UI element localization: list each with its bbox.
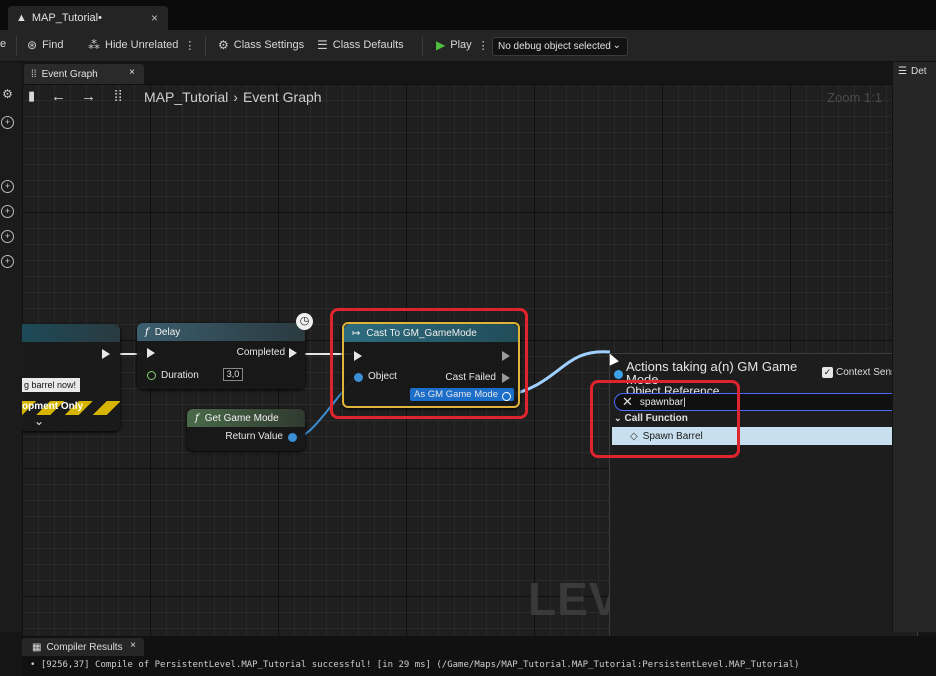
- add-icon[interactable]: +: [1, 255, 14, 268]
- debug-object-value: No debug object selected: [498, 41, 611, 52]
- find-button[interactable]: ⊛ Find: [27, 38, 63, 52]
- debug-object-select[interactable]: No debug object selected ⌄: [492, 37, 628, 56]
- tab-compiler-results-label: Compiler Results: [46, 641, 123, 653]
- hide-unrelated-icon: ⁂: [88, 38, 100, 52]
- highlight-box-search: [590, 380, 740, 458]
- get-game-mode-node[interactable]: f Get Game Mode Return Value: [187, 409, 305, 451]
- return-value-label: Return Value: [225, 431, 283, 442]
- duration-input[interactable]: 3,0: [223, 368, 243, 381]
- play-label: Play: [450, 39, 472, 51]
- details-panel-strip: [892, 62, 936, 632]
- blueprint-icon: ▲: [16, 12, 27, 24]
- tab-details-label: Det: [910, 66, 927, 77]
- play-options-icon[interactable]: ⋮: [478, 39, 489, 52]
- completed-label: Completed: [236, 347, 285, 358]
- tab-compiler-results[interactable]: ▦ Compiler Results ×: [22, 638, 144, 656]
- settings-gear-icon[interactable]: ⚙: [1, 88, 14, 102]
- document-tab-label: MAP_Tutorial•: [31, 12, 102, 24]
- hide-unrelated-label: Hide Unrelated: [105, 39, 179, 51]
- document-tab[interactable]: ▲ MAP_Tutorial• ×: [8, 6, 168, 30]
- toolbar-divider: [422, 36, 423, 56]
- graph-icon: ⁞⁞: [31, 68, 37, 80]
- duration-pin[interactable]: [147, 371, 156, 380]
- add-icon[interactable]: +: [1, 205, 14, 218]
- delay-title: Delay: [154, 326, 181, 338]
- highlight-box-cast-node: [330, 308, 528, 419]
- tab-event-graph-label: Event Graph: [41, 68, 98, 80]
- exec-out-pin[interactable]: [289, 348, 297, 358]
- class-settings-button[interactable]: ⚙ Class Settings: [218, 38, 304, 52]
- node-header: f Delay: [137, 323, 305, 341]
- close-icon[interactable]: ×: [129, 67, 135, 78]
- node-header: [22, 324, 120, 342]
- add-icon[interactable]: +: [1, 180, 14, 193]
- sliders-icon: ☰: [317, 38, 328, 52]
- exec-out-pin[interactable]: [102, 349, 110, 359]
- toolbar-divider: [205, 36, 206, 56]
- class-defaults-button[interactable]: ☰ Class Defaults: [317, 38, 404, 52]
- tab-details[interactable]: ☰ Det: [898, 66, 927, 77]
- hide-unrelated-button[interactable]: ⁂ Hide Unrelated ⋮: [88, 38, 195, 52]
- play-button[interactable]: ▶ Play ⋮: [436, 38, 489, 52]
- compiler-log-line: • [9256,37] Compile of PersistentLevel.M…: [30, 660, 800, 670]
- toolbar: e ⊛ Find ⁂ Hide Unrelated ⋮ ⚙ Class Sett…: [0, 30, 936, 62]
- add-icon[interactable]: +: [1, 116, 14, 129]
- expand-chevron-icon[interactable]: ⌄: [34, 414, 44, 428]
- gear-icon: ⚙: [218, 38, 229, 52]
- sliders-icon: ☰: [898, 66, 907, 77]
- left-side-strip: ⚙ + + + + +: [0, 62, 22, 632]
- function-icon: f: [195, 412, 199, 424]
- exec-in-pin[interactable]: [147, 348, 155, 358]
- development-only-label: opment Only: [22, 401, 84, 412]
- close-icon[interactable]: ×: [151, 11, 158, 25]
- class-settings-label: Class Settings: [233, 39, 305, 51]
- tab-event-graph[interactable]: ⁞⁞ Event Graph ×: [24, 64, 144, 84]
- find-label: Find: [42, 39, 64, 51]
- object-reference-pin-icon: [614, 370, 623, 379]
- more-options-icon[interactable]: ⋮: [184, 39, 195, 52]
- compiler-icon: ▦: [32, 641, 42, 653]
- duration-label: Duration: [161, 370, 199, 381]
- checkmark-icon: ✓: [822, 367, 833, 378]
- event-node-partial[interactable]: g barrel now! opment Only ⌄: [22, 324, 120, 431]
- function-icon: f: [145, 326, 149, 338]
- toolbar-divider: [16, 36, 17, 56]
- find-icon: ⊛: [27, 38, 38, 52]
- play-icon: ▶: [436, 38, 446, 52]
- toolbar-overflow[interactable]: e: [0, 38, 6, 50]
- get-game-mode-title: Get Game Mode: [204, 412, 279, 424]
- delay-node[interactable]: f Delay Completed Duration 3,0 ◷: [137, 313, 313, 389]
- compiler-results-panel: ▦ Compiler Results × • [9256,37] Compile…: [22, 636, 936, 676]
- add-icon[interactable]: +: [1, 230, 14, 243]
- close-icon[interactable]: ×: [130, 640, 136, 651]
- class-defaults-label: Class Defaults: [332, 39, 404, 51]
- clock-icon: ◷: [296, 313, 313, 330]
- chevron-down-icon: ⌄: [612, 40, 621, 51]
- node-header: f Get Game Mode: [187, 409, 305, 427]
- title-tab-strip: ▲ MAP_Tutorial• ×: [0, 0, 936, 30]
- string-input-value[interactable]: g barrel now!: [22, 378, 80, 392]
- return-value-pin[interactable]: [288, 433, 297, 442]
